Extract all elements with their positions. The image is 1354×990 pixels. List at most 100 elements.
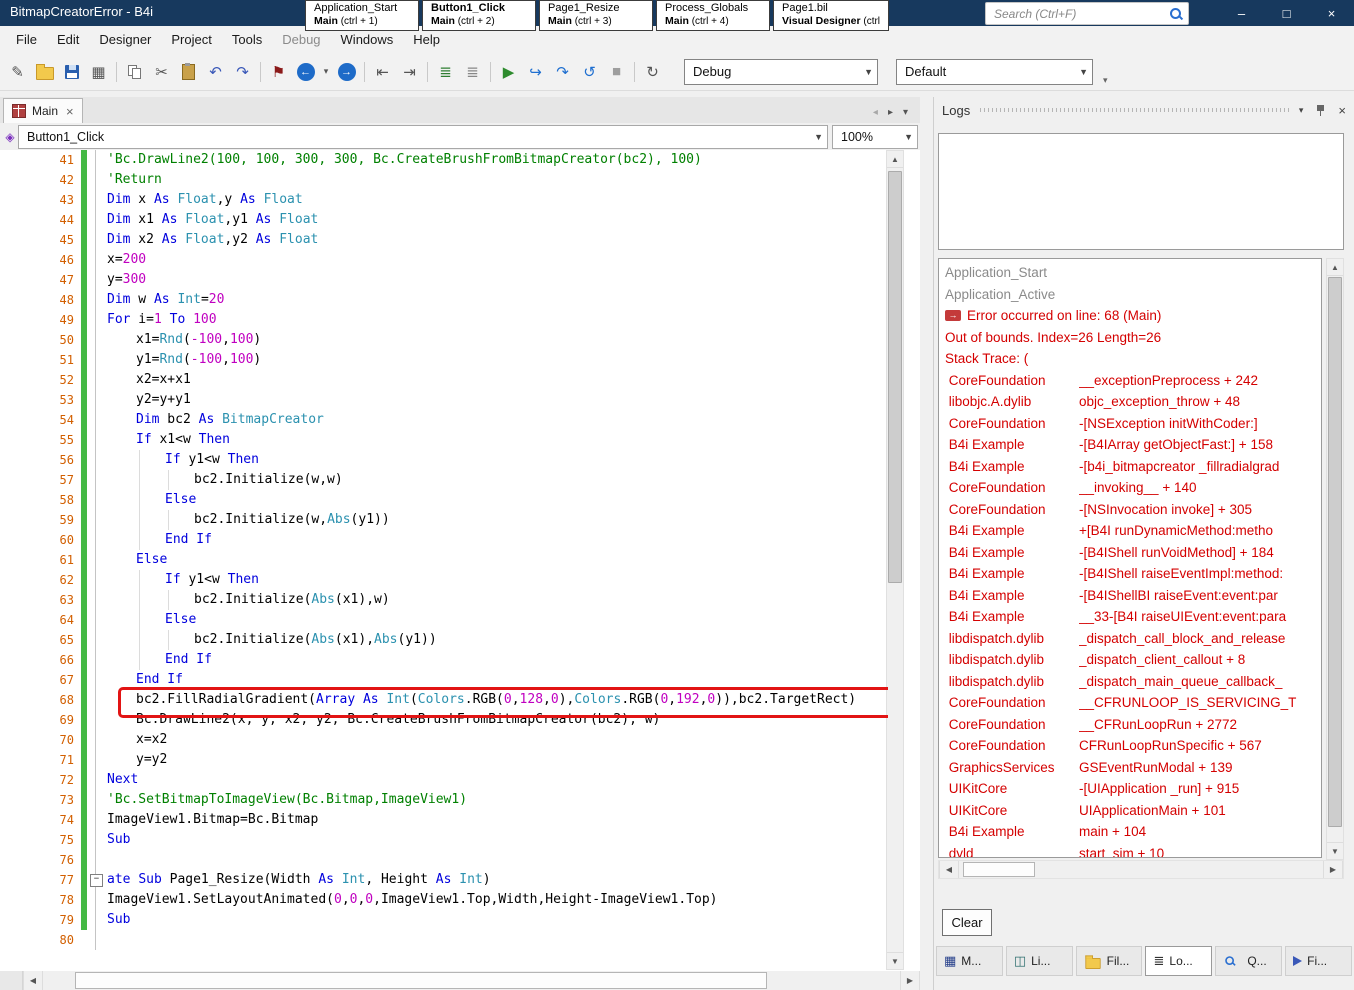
logs-vertical-scrollbar[interactable]: ▲ ▼	[1326, 258, 1344, 860]
tab-main[interactable]: Main ×	[3, 98, 83, 123]
code-line-text[interactable]: 'Bc.SetBitmapToImageView(Bc.Bitmap,Image…	[105, 790, 888, 810]
error-goto-icon[interactable]: →	[945, 310, 961, 321]
code-line-text[interactable]: Dim x1 As Float,y1 As Float	[105, 210, 888, 230]
quick-tab-application-start[interactable]: Application_StartMain (ctrl + 1)	[305, 0, 419, 31]
code-line-text[interactable]: y=y2	[105, 750, 888, 770]
menu-edit[interactable]: Edit	[47, 26, 89, 53]
panel-tab-logs[interactable]: ≣Lo...	[1145, 946, 1212, 976]
line-number[interactable]: 65	[0, 630, 81, 650]
minimize-button[interactable]: –	[1219, 0, 1264, 26]
code-line-text[interactable]: bc2.Initialize(w,w)	[105, 470, 888, 490]
code-line-text[interactable]: bc2.FillRadialGradient(Array As Int(Colo…	[105, 690, 888, 710]
line-number[interactable]: 54	[0, 410, 81, 430]
code-line-text[interactable]: If y1<w Then	[105, 450, 888, 470]
tab-close-icon[interactable]: ×	[66, 104, 74, 119]
quick-tab-page1-resize[interactable]: Page1_ResizeMain (ctrl + 3)	[539, 0, 653, 31]
line-number[interactable]: 68	[0, 690, 81, 710]
open-project-icon[interactable]	[32, 59, 57, 84]
zoom-select[interactable]: 100% ▼	[832, 125, 918, 149]
code-line-text[interactable]: 'Return	[105, 170, 888, 190]
scrollbar-track[interactable]	[959, 861, 1323, 878]
search-input[interactable]	[986, 7, 1169, 21]
code-line-text[interactable]: Sub	[105, 830, 888, 850]
paste-icon[interactable]	[176, 59, 201, 84]
quick-tab-button1-click[interactable]: Button1_ClickMain (ctrl + 2)	[422, 0, 536, 31]
code-line-text[interactable]: y1=Rnd(-100,100)	[105, 350, 888, 370]
line-number[interactable]: 50	[0, 330, 81, 350]
line-number[interactable]: 77	[0, 870, 81, 890]
uncomment-icon[interactable]: ≣	[460, 59, 485, 84]
code-line-text[interactable]: Bc.DrawLine2(x, y, x2, y2, Bc.CreateBrus…	[105, 710, 888, 730]
navigate-back-icon[interactable]: ←	[293, 59, 318, 84]
code-line-text[interactable]: x1=Rnd(-100,100)	[105, 330, 888, 350]
code-line-text[interactable]: End If	[105, 650, 888, 670]
maximize-button[interactable]: □	[1264, 0, 1309, 26]
editor-vertical-scrollbar[interactable]: ▲ ▼	[886, 150, 904, 970]
panel-menu-icon[interactable]: ▾	[1299, 105, 1304, 116]
line-number[interactable]: 62	[0, 570, 81, 590]
code-line-text[interactable]: For i=1 To 100	[105, 310, 888, 330]
back-history-dropdown-icon[interactable]: ▾	[320, 59, 332, 84]
code-line-text[interactable]: 'Bc.DrawLine2(100, 100, 300, 300, Bc.Cre…	[105, 150, 888, 170]
undo-icon[interactable]: ↶	[203, 59, 228, 84]
clear-logs-button[interactable]: Clear	[942, 909, 992, 936]
line-number[interactable]: 53	[0, 390, 81, 410]
comment-icon[interactable]: ≣	[433, 59, 458, 84]
code-line-text[interactable]: x2=x+x1	[105, 370, 888, 390]
line-number[interactable]: 74	[0, 810, 81, 830]
line-number[interactable]: 60	[0, 530, 81, 550]
quick-tab-process-globals[interactable]: Process_GlobalsMain (ctrl + 4)	[656, 0, 770, 31]
scroll-up-icon[interactable]: ▲	[887, 151, 903, 168]
code-line-text[interactable]: If x1<w Then	[105, 430, 888, 450]
bookmark-icon[interactable]: ⚑	[266, 59, 291, 84]
tab-scroll-left-icon[interactable]: ◂	[873, 107, 878, 118]
code-line-text[interactable]: ImageView1.Bitmap=Bc.Bitmap	[105, 810, 888, 830]
menu-tools[interactable]: Tools	[222, 26, 272, 53]
menu-project[interactable]: Project	[161, 26, 221, 53]
panel-close-icon[interactable]: ×	[1338, 103, 1346, 118]
scrollbar-track[interactable]	[43, 971, 900, 990]
code-line-text[interactable]: y2=y+y1	[105, 390, 888, 410]
build-configuration-select[interactable]: Debug ▼	[684, 59, 878, 85]
code-line-text[interactable]: Dim bc2 As BitmapCreator	[105, 410, 888, 430]
code-line-text[interactable]: Else	[105, 550, 888, 570]
line-number[interactable]: 44	[0, 210, 81, 230]
code-line-text[interactable]: Sub	[105, 910, 888, 930]
editor-horizontal-scrollbar[interactable]: ◀ ▶	[0, 971, 920, 990]
code-line-text[interactable]: bc2.Initialize(w,Abs(y1))	[105, 510, 888, 530]
line-number[interactable]: 79	[0, 910, 81, 930]
rebuild-icon[interactable]: ↻	[640, 59, 665, 84]
scrollbar-thumb[interactable]	[963, 862, 1035, 877]
scroll-up-icon[interactable]: ▲	[1327, 259, 1343, 276]
stop-icon[interactable]: ■	[604, 59, 629, 84]
close-button[interactable]: ×	[1309, 0, 1354, 26]
line-number[interactable]: 47	[0, 270, 81, 290]
line-number[interactable]: 55	[0, 430, 81, 450]
line-number[interactable]: 57	[0, 470, 81, 490]
code-line-text[interactable]: If y1<w Then	[105, 570, 888, 590]
code-line-text[interactable]: bc2.Initialize(Abs(x1),w)	[105, 590, 888, 610]
line-number[interactable]: 45	[0, 230, 81, 250]
code-line-text[interactable]: Dim w As Int=20	[105, 290, 888, 310]
quick-tab-page1-bil[interactable]: Page1.bilVisual Designer (ctrl	[773, 0, 889, 31]
line-number[interactable]: 71	[0, 750, 81, 770]
line-number[interactable]: 64	[0, 610, 81, 630]
tab-list-dropdown-icon[interactable]: ▾	[903, 107, 908, 118]
fold-collapse-icon[interactable]: −	[90, 874, 103, 887]
save-icon[interactable]	[59, 59, 84, 84]
line-number[interactable]: 43	[0, 190, 81, 210]
scroll-down-icon[interactable]: ▼	[887, 952, 903, 969]
line-number[interactable]: 73	[0, 790, 81, 810]
search-icon[interactable]	[1169, 7, 1183, 21]
code-area[interactable]: 41 'Bc.DrawLine2(100, 100, 300, 300, Bc.C…	[0, 150, 888, 971]
line-number[interactable]: 61	[0, 550, 81, 570]
code-line-text[interactable]: End If	[105, 670, 888, 690]
code-line-text[interactable]	[105, 930, 888, 950]
scrollbar-thumb[interactable]	[75, 972, 767, 989]
line-number[interactable]: 41	[0, 150, 81, 170]
line-number[interactable]: 42	[0, 170, 81, 190]
search-box[interactable]	[985, 2, 1189, 25]
code-line-text[interactable]: Dim x As Float,y As Float	[105, 190, 888, 210]
line-number[interactable]: 46	[0, 250, 81, 270]
code-line-text[interactable]: End If	[105, 530, 888, 550]
